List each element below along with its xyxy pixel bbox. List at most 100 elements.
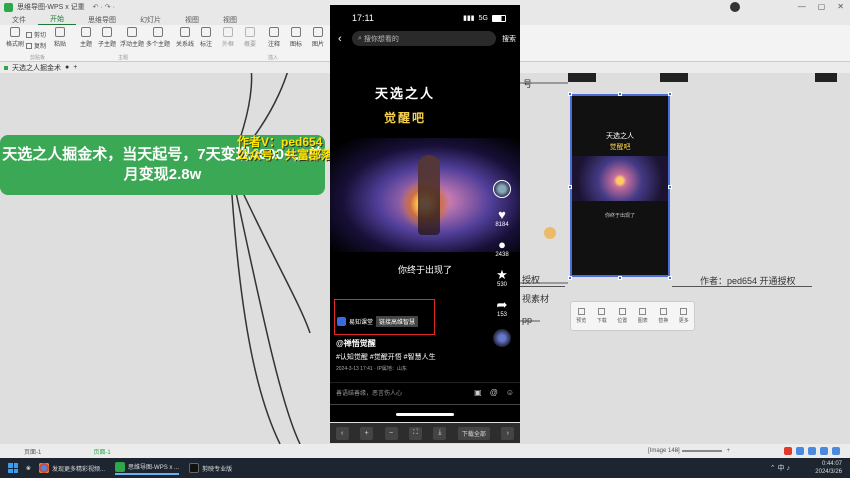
- zoom-out-icon[interactable]: −: [675, 448, 679, 454]
- search-button[interactable]: 搜索: [502, 34, 516, 44]
- resize-handle[interactable]: [568, 185, 572, 189]
- subtopic-button[interactable]: 子主题: [98, 27, 116, 48]
- tab-file[interactable]: 文件: [0, 15, 38, 25]
- multi-topic-button[interactable]: 多个主题: [146, 27, 170, 48]
- thumbnail-strip[interactable]: [568, 73, 596, 82]
- close-icon[interactable]: ✕: [837, 2, 844, 11]
- format-painter-button[interactable]: 格式刷: [6, 27, 24, 48]
- paste-button[interactable]: 粘贴: [54, 27, 66, 48]
- icon-button[interactable]: 图标: [290, 27, 302, 48]
- video-tags[interactable]: #认知觉醒 #觉醒开悟 #智慧人生: [336, 352, 436, 362]
- relation-line-button[interactable]: 关系线: [176, 27, 194, 48]
- download-button[interactable]: 下载: [597, 308, 607, 324]
- summary-button[interactable]: 概要: [244, 27, 256, 48]
- favorite-button[interactable]: ★ 530: [496, 268, 508, 289]
- page-tab[interactable]: 页面-1: [24, 447, 41, 456]
- tray-icon[interactable]: [820, 447, 828, 455]
- resize-handle[interactable]: [668, 92, 672, 96]
- system-tray-icons[interactable]: ⌃ 中 ♪: [770, 463, 790, 473]
- image-picker-icon[interactable]: ▣: [474, 388, 482, 397]
- thumbnail-strip-2[interactable]: [660, 73, 688, 82]
- resize-handle[interactable]: [568, 92, 572, 96]
- thumbnail-strip-3[interactable]: [815, 73, 837, 82]
- video-username[interactable]: @禅悟觉醒: [336, 338, 376, 349]
- add-tab-icon[interactable]: +: [73, 64, 77, 71]
- zoom-slider[interactable]: − +: [675, 448, 730, 454]
- emoji-icon[interactable]: ☺: [506, 388, 514, 397]
- document-tab[interactable]: 天选之人掘金术 ● +: [4, 63, 77, 73]
- note-button[interactable]: 注释: [268, 27, 280, 48]
- image-viewer-toolbar: ‹ + − ⛶ ⤓ 下载全部 ›: [330, 423, 520, 443]
- chart-button[interactable]: 图表: [638, 308, 648, 324]
- windows-start-icon[interactable]: [8, 463, 18, 473]
- topic-node-a[interactable]: 号: [523, 77, 532, 90]
- clock[interactable]: 0:44:07 2024/3/26: [815, 460, 842, 476]
- jianying-icon: [189, 463, 200, 473]
- tray-icon[interactable]: [796, 447, 804, 455]
- zoom-out-icon[interactable]: −: [384, 426, 398, 440]
- image-button[interactable]: 图片: [312, 27, 324, 48]
- signal-icon: ▮▮▮: [463, 15, 475, 22]
- maximize-icon[interactable]: ▢: [818, 2, 826, 11]
- replace-button[interactable]: 替换: [658, 308, 668, 324]
- like-button[interactable]: ♥ 8184: [495, 208, 508, 229]
- share-button[interactable]: ➦ 153: [497, 298, 508, 319]
- close-tab-icon[interactable]: ●: [65, 64, 69, 71]
- callout-button[interactable]: 标注: [200, 27, 212, 48]
- video-subtitle: 觉醒吧: [383, 111, 426, 125]
- avatar[interactable]: [730, 2, 740, 12]
- taskbar-jianying[interactable]: 剪映专业版: [189, 463, 232, 473]
- topic-node-d[interactable]: pp: [522, 315, 532, 325]
- cut-button[interactable]: 剪切: [26, 30, 46, 39]
- download-icon[interactable]: ⤓: [433, 426, 447, 440]
- search-input[interactable]: ⌕ 搜你想看的: [352, 31, 496, 46]
- tab-slides[interactable]: 幻灯片: [128, 15, 173, 25]
- author-avatar[interactable]: [493, 180, 511, 198]
- video-progress[interactable]: [330, 404, 520, 405]
- tab-view-2[interactable]: 视图: [211, 15, 249, 25]
- floating-topic-button[interactable]: 浮动主题: [120, 27, 144, 48]
- back-icon[interactable]: ‹: [338, 33, 352, 45]
- comment-button[interactable]: ● 2438: [495, 237, 508, 259]
- ad-link[interactable]: 易知课堂 链接高维智慧: [337, 316, 419, 327]
- quick-access-icons[interactable]: ↶ · ↷ ·: [93, 3, 115, 11]
- position-button[interactable]: 位置: [617, 308, 627, 324]
- tray-icon[interactable]: [832, 447, 840, 455]
- zoom-in-icon[interactable]: +: [726, 448, 730, 454]
- resize-handle[interactable]: [668, 276, 672, 280]
- minimize-icon[interactable]: —: [798, 2, 806, 11]
- taskbar-wps[interactable]: 思维导图-WPS x ...: [115, 461, 180, 475]
- tab-start[interactable]: 开始: [38, 14, 76, 25]
- taskbar-browser[interactable]: 发现更多精彩视频...: [39, 463, 105, 473]
- boundary-button[interactable]: 外框: [222, 27, 234, 48]
- topic-button[interactable]: 主题: [80, 27, 92, 48]
- comment-icon: ●: [498, 237, 506, 252]
- copy-button[interactable]: 复制: [26, 41, 46, 50]
- tray-icon[interactable]: [808, 447, 816, 455]
- prev-arrow-icon[interactable]: ‹: [335, 426, 349, 440]
- widgets-icon[interactable]: ❀: [26, 465, 31, 472]
- next-arrow-icon[interactable]: ›: [501, 426, 515, 440]
- zoom-in-icon[interactable]: +: [360, 426, 374, 440]
- tab-view[interactable]: 视图: [173, 15, 211, 25]
- resize-handle[interactable]: [618, 92, 622, 96]
- topic-node-c[interactable]: 视素材: [522, 292, 549, 305]
- comment-input[interactable]: 善语结善缘，恶言伤人心 ▣ @ ☺: [330, 382, 520, 402]
- fit-screen-icon[interactable]: ⛶: [408, 426, 422, 440]
- music-disc-icon[interactable]: [493, 329, 511, 347]
- topic-node-b[interactable]: 授权: [522, 273, 540, 286]
- selected-image[interactable]: 天选之人 觉醒吧 你终于出现了: [570, 94, 670, 277]
- mention-icon[interactable]: @: [490, 388, 498, 397]
- zoom-track[interactable]: [682, 450, 723, 452]
- resize-handle[interactable]: [568, 276, 572, 280]
- ime-icon[interactable]: [784, 447, 792, 455]
- cut-icon: [26, 31, 32, 38]
- resize-handle[interactable]: [618, 276, 622, 280]
- page-tab-active[interactable]: 页面-1: [93, 447, 110, 456]
- more-button[interactable]: 更多: [679, 308, 689, 324]
- mouse-cursor: [544, 227, 556, 239]
- resize-handle[interactable]: [668, 185, 672, 189]
- download-all-button[interactable]: 下载全部: [457, 426, 490, 440]
- tab-mindmap[interactable]: 思维导图: [76, 15, 128, 25]
- preview-button[interactable]: 预览: [576, 308, 586, 324]
